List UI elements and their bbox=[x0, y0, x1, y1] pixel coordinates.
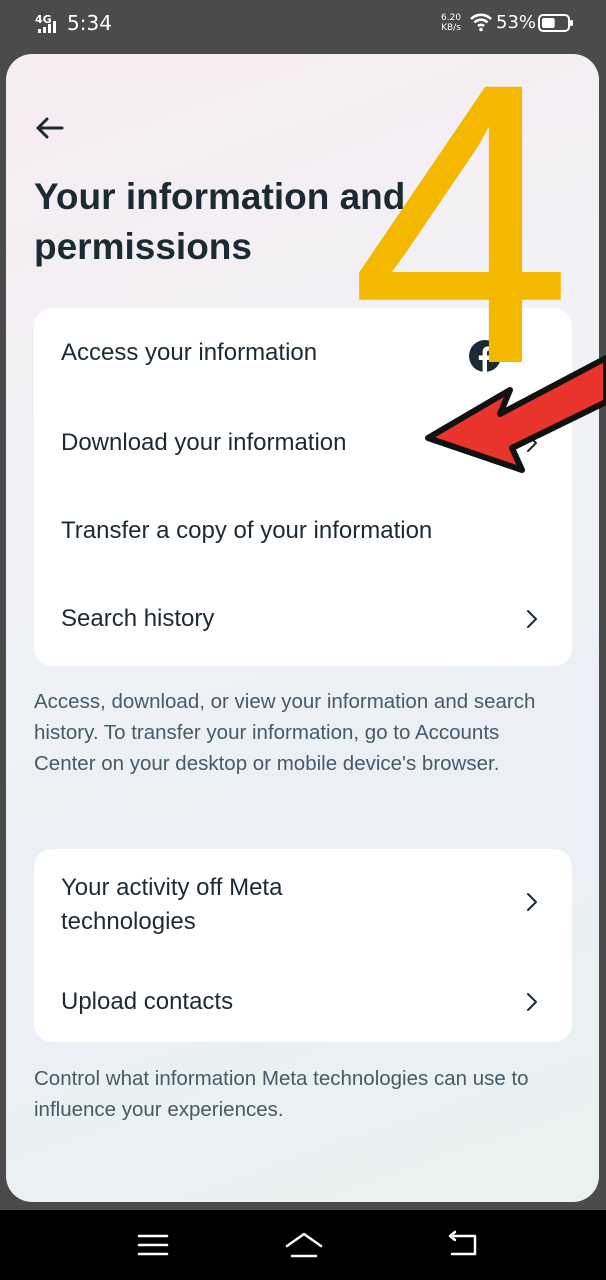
menu-item-label-line2: technologies bbox=[61, 908, 196, 935]
arrow-left-icon[interactable] bbox=[32, 110, 68, 146]
speed-unit: KB/s bbox=[441, 23, 461, 33]
menu-item-label-line1: Your activity off Meta bbox=[61, 874, 283, 901]
menu-item-activity-off-meta[interactable]: Your activity off Meta technologies bbox=[34, 849, 572, 959]
menu-item-label: Download your information bbox=[61, 429, 347, 456]
menu-item-access-information[interactable]: Access your information bbox=[34, 308, 572, 396]
menu-item-label: Upload contacts bbox=[61, 988, 234, 1015]
network-speed: 6.20 KB/s bbox=[441, 13, 461, 33]
return-back-icon[interactable] bbox=[446, 1230, 480, 1260]
clock: 5:34 bbox=[67, 11, 112, 35]
menu-item-upload-contacts[interactable]: Upload contacts bbox=[34, 959, 572, 1042]
wifi-icon bbox=[470, 13, 492, 32]
chevron-right-icon bbox=[527, 434, 537, 452]
menu-item-search-history[interactable]: Search history bbox=[34, 572, 572, 666]
signal-icon bbox=[38, 21, 56, 33]
menu-item-transfer-copy[interactable]: Transfer a copy of your information bbox=[34, 484, 572, 572]
menu-item-download-information[interactable]: Download your information bbox=[34, 396, 572, 484]
settings-sheet: Your information and permissions Access … bbox=[6, 54, 599, 1202]
facebook-icon bbox=[469, 340, 501, 372]
menu-item-label: Search history bbox=[61, 605, 215, 632]
activity-helper-text: Control what information Meta technologi… bbox=[34, 1067, 529, 1121]
battery-percent: 53% bbox=[496, 12, 537, 33]
chevron-right-icon bbox=[527, 893, 537, 911]
home-icon[interactable] bbox=[284, 1230, 324, 1260]
battery-icon bbox=[538, 14, 573, 32]
menu-item-label: Transfer a copy of your information bbox=[61, 517, 433, 544]
chevron-right-icon bbox=[527, 993, 537, 1011]
speed-value: 6.20 bbox=[441, 13, 462, 23]
menu-item-label: Your activity off Meta technologies bbox=[61, 871, 282, 939]
menu-item-label: Access your information bbox=[61, 339, 318, 366]
information-card: Access your information Download your in… bbox=[34, 308, 572, 666]
information-helper-text: Access, download, or view your informati… bbox=[34, 690, 536, 775]
status-bar: 4G 5:34 6.20 KB/s 53% bbox=[0, 0, 606, 48]
chevron-right-icon bbox=[527, 610, 537, 628]
hamburger-menu-icon[interactable] bbox=[136, 1230, 170, 1260]
page-title: Your information and permissions bbox=[34, 176, 406, 267]
system-nav-bar bbox=[0, 1210, 606, 1280]
activity-card: Your activity off Meta technologies Uplo… bbox=[34, 849, 572, 1042]
